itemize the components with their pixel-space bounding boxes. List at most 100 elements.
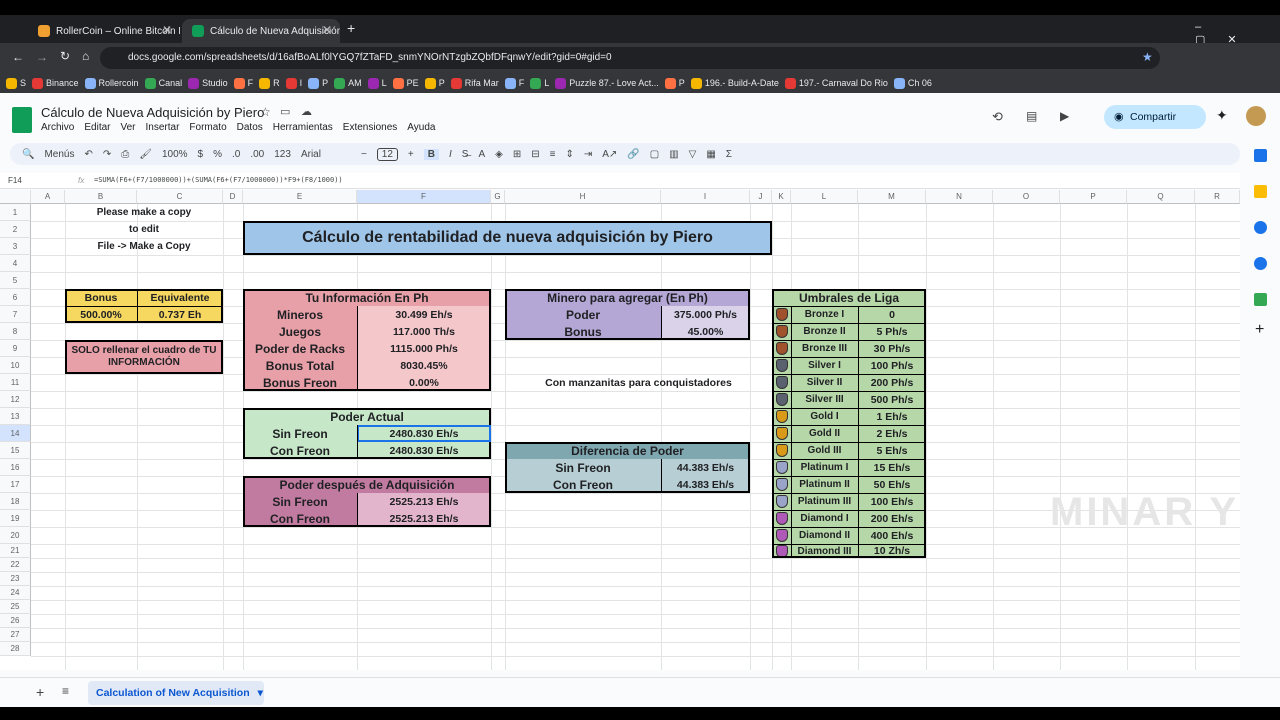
chevron-down-icon[interactable]: ▾ (258, 687, 263, 699)
close-tab-icon[interactable]: ✕ (322, 23, 332, 37)
cloud-icon[interactable]: ☁ (301, 105, 312, 118)
row-header[interactable]: 5 (0, 272, 31, 289)
bookmark-item[interactable]: Rifa Mar (450, 77, 499, 89)
row-header[interactable]: 2 (0, 221, 31, 238)
row-header[interactable]: 8 (0, 323, 31, 340)
avatar[interactable] (1246, 106, 1266, 126)
column-header[interactable]: M (858, 190, 926, 204)
apples-note[interactable]: Con manzanitas para conquistadores (505, 374, 772, 391)
history-icon[interactable]: ⟲ (992, 109, 1003, 125)
row-header[interactable]: 16 (0, 459, 31, 476)
increase-decimals-button[interactable]: .00 (250, 149, 264, 160)
calendar-icon[interactable] (1254, 149, 1267, 162)
bookmark-star-icon[interactable]: ★ (1142, 50, 1153, 64)
row-header[interactable]: 20 (0, 527, 31, 544)
browser-tab-rollercoin[interactable]: RollerCoin – Online Bitcoin Mini... ✕ (28, 19, 180, 43)
rotate-icon[interactable]: A↗ (602, 149, 617, 160)
more-formats-button[interactable]: 123 (274, 149, 291, 160)
bookmark-item[interactable]: 197.- Carnaval Do Rio (784, 77, 888, 89)
column-header[interactable]: N (926, 190, 993, 204)
copy-note-line[interactable]: Please make a copy (65, 204, 223, 221)
menu-item[interactable]: Extensiones (343, 122, 397, 133)
bookmark-item[interactable]: Binance (32, 77, 79, 89)
menu-item[interactable]: Formato (189, 122, 226, 133)
font-size-decrease[interactable]: − (361, 149, 367, 160)
row-header[interactable]: 22 (0, 558, 31, 572)
menu-item[interactable]: Editar (84, 122, 110, 133)
menu-item[interactable]: Datos (237, 122, 263, 133)
back-icon[interactable]: ← (12, 50, 24, 64)
row-header[interactable]: 12 (0, 391, 31, 408)
bookmark-item[interactable]: R (259, 77, 280, 89)
comment-icon[interactable]: ▢ (650, 149, 659, 160)
filter-views-icon[interactable]: ▦ (706, 149, 715, 160)
decrease-decimals-button[interactable]: .0 (232, 149, 240, 160)
column-header[interactable]: A (31, 190, 65, 204)
bookmark-item[interactable]: Puzzle 87.- Love Act... (555, 77, 659, 89)
column-header[interactable]: I (661, 190, 750, 204)
row-header[interactable]: 3 (0, 238, 31, 255)
chart-icon[interactable]: ▥ (669, 149, 678, 160)
column-header[interactable]: G (491, 190, 505, 204)
print-icon[interactable]: ⎙ (121, 149, 129, 160)
bookmark-item[interactable]: P (664, 77, 685, 89)
bookmark-item[interactable]: PE (392, 77, 419, 89)
column-header[interactable]: D (223, 190, 243, 204)
new-tab-icon[interactable]: + (347, 20, 355, 36)
filter-icon[interactable]: ▽ (689, 149, 697, 160)
copy-note-line[interactable]: File -> Make a Copy (65, 238, 223, 255)
strikethrough-icon[interactable]: S̶ (462, 149, 469, 160)
borders-icon[interactable]: ⊞ (513, 149, 521, 160)
bookmark-item[interactable]: L (530, 77, 549, 89)
comments-icon[interactable]: ▤ (1026, 109, 1037, 123)
meet-icon[interactable]: ▶ (1060, 109, 1069, 123)
column-header[interactable]: Q (1127, 190, 1195, 204)
add-addon-icon[interactable]: + (1255, 321, 1264, 339)
sheet-tab-active[interactable]: Calculation of New Acquisition ▾ (88, 681, 264, 705)
reload-icon[interactable]: ↻ (60, 49, 70, 63)
add-sheet-icon[interactable]: + (36, 684, 44, 700)
row-header[interactable]: 14 (0, 425, 31, 442)
close-tab-icon[interactable]: ✕ (162, 23, 172, 37)
bookmark-item[interactable]: Rollercoin (84, 77, 139, 89)
row-header[interactable]: 19 (0, 510, 31, 527)
column-header[interactable]: R (1195, 190, 1240, 204)
undo-icon[interactable]: ↶ (84, 149, 92, 160)
font-select[interactable]: Arial (301, 149, 351, 160)
menu-item[interactable]: Ver (120, 122, 135, 133)
bookmark-item[interactable]: F (233, 77, 253, 89)
sheets-logo-icon[interactable] (12, 107, 32, 133)
row-header[interactable]: 11 (0, 374, 31, 391)
text-color-icon[interactable]: A (478, 149, 485, 160)
star-icon[interactable]: ☆ (260, 105, 271, 119)
formula-input[interactable]: =SUMA(F6+(F7/1000000))+(SUMA(F6+(F7/1000… (94, 176, 343, 184)
row-header[interactable]: 10 (0, 357, 31, 374)
url-field[interactable]: docs.google.com/spreadsheets/d/16afBoALf… (100, 47, 1160, 69)
column-header[interactable]: E (243, 190, 357, 204)
bookmark-item[interactable]: 196.- Build-A-Date (690, 77, 779, 89)
bookmark-item[interactable]: Canal (144, 77, 182, 89)
spreadsheet-grid[interactable]: A B C D E F G H I J K L M N O P Q R 1 2 3 4 5 6 7 8 9 10 11 12 13 14 15 1… (0, 190, 1240, 670)
tasks-icon[interactable] (1254, 221, 1267, 234)
menu-item[interactable]: Insertar (146, 122, 180, 133)
italic-button[interactable]: I (449, 149, 452, 160)
row-header[interactable]: 26 (0, 614, 31, 628)
row-header[interactable]: 4 (0, 255, 31, 272)
row-header[interactable]: 18 (0, 493, 31, 510)
column-header[interactable]: H (505, 190, 661, 204)
doc-title[interactable]: Cálculo de Nueva Adquisición by Piero (41, 105, 264, 120)
bookmark-item[interactable]: P (308, 77, 328, 89)
percent-button[interactable]: % (213, 149, 222, 160)
currency-button[interactable]: $ (198, 149, 204, 160)
corner-cell[interactable] (0, 190, 31, 204)
row-header[interactable]: 7 (0, 306, 31, 323)
valign-icon[interactable]: ⇕ (565, 149, 573, 160)
column-header[interactable]: O (993, 190, 1060, 204)
bookmark-item[interactable]: S (6, 77, 26, 89)
merge-icon[interactable]: ⊟ (531, 149, 539, 160)
row-header[interactable]: 28 (0, 642, 31, 656)
column-header[interactable]: L (791, 190, 858, 204)
functions-icon[interactable]: Σ (726, 149, 732, 160)
share-button[interactable]: ◉ Compartir (1104, 105, 1206, 129)
column-header[interactable]: K (772, 190, 791, 204)
